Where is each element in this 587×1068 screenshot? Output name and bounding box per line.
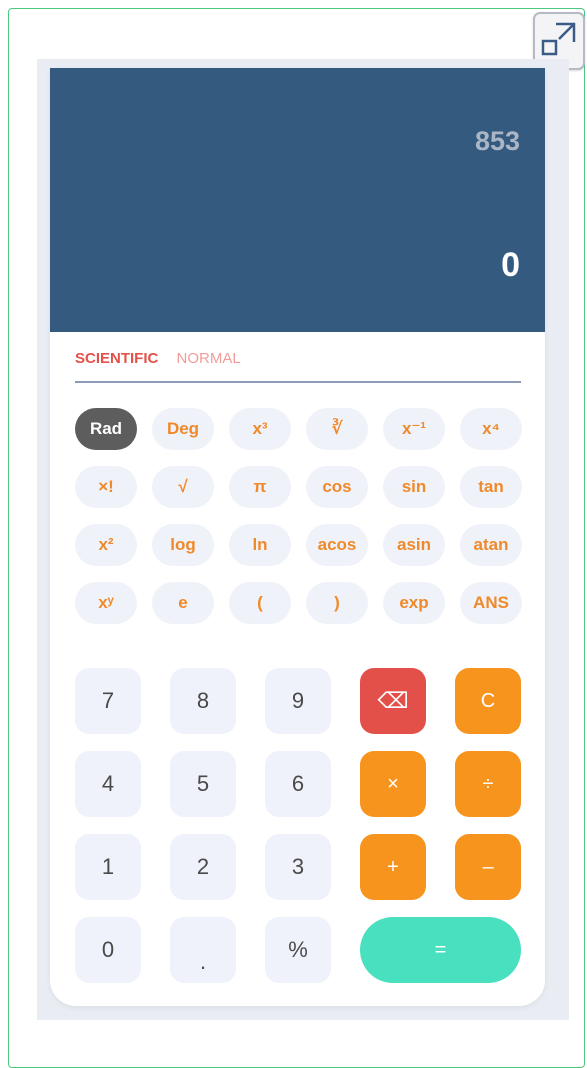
fourth-power-button[interactable]: x⁴ — [460, 408, 522, 450]
multiply-button[interactable]: × — [360, 751, 426, 817]
mode-tabs: SCIENTIFIC NORMAL — [75, 350, 255, 367]
rad-button[interactable]: Rad — [75, 408, 137, 450]
log-button[interactable]: log — [152, 524, 214, 566]
backspace-icon: ⌫ — [377, 688, 409, 713]
reciprocal-button[interactable]: x⁻¹ — [383, 408, 445, 450]
decimal-label: . — [199, 949, 207, 974]
key-3[interactable]: 3 — [265, 834, 331, 900]
ans-button[interactable]: ANS — [460, 582, 522, 624]
clear-button[interactable]: C — [455, 668, 521, 734]
minus-button[interactable]: – — [455, 834, 521, 900]
cos-button[interactable]: cos — [306, 466, 368, 508]
factorial-button[interactable]: ×! — [75, 466, 137, 508]
ln-button[interactable]: ln — [229, 524, 291, 566]
e-button[interactable]: e — [152, 582, 214, 624]
open-paren-button[interactable]: ( — [229, 582, 291, 624]
acos-button[interactable]: acos — [306, 524, 368, 566]
divide-button[interactable]: ÷ — [455, 751, 521, 817]
square-button[interactable]: x² — [75, 524, 137, 566]
close-paren-button[interactable]: ) — [306, 582, 368, 624]
key-1[interactable]: 1 — [75, 834, 141, 900]
cube-root-button[interactable]: ∛ — [306, 408, 368, 450]
plus-button[interactable]: + — [360, 834, 426, 900]
result-display: 0 — [501, 246, 520, 284]
power-button[interactable]: xʸ — [75, 582, 137, 624]
scientific-keypad: Rad Deg x³ ∛ x⁻¹ x⁴ ×! √ π cos sin tan x… — [75, 408, 522, 624]
calculator: 853 0 SCIENTIFIC NORMAL Rad Deg x³ ∛ x⁻¹… — [50, 68, 545, 1006]
tab-scientific[interactable]: SCIENTIFIC — [75, 350, 158, 367]
asin-button[interactable]: asin — [383, 524, 445, 566]
decimal-button[interactable]: . — [170, 917, 236, 983]
number-keypad: 7 8 9 ⌫ C 4 5 6 × ÷ 1 2 3 + – 0 . % = — [75, 668, 521, 983]
key-4[interactable]: 4 — [75, 751, 141, 817]
key-2[interactable]: 2 — [170, 834, 236, 900]
deg-button[interactable]: Deg — [152, 408, 214, 450]
mode-divider — [75, 381, 521, 383]
expression-display: 853 — [474, 126, 520, 156]
tab-normal[interactable]: NORMAL — [177, 350, 241, 367]
expand-icon — [540, 20, 578, 63]
display-panel: 853 0 — [50, 68, 545, 332]
sin-button[interactable]: sin — [383, 466, 445, 508]
cube-button[interactable]: x³ — [229, 408, 291, 450]
key-5[interactable]: 5 — [170, 751, 236, 817]
pi-button[interactable]: π — [229, 466, 291, 508]
tan-button[interactable]: tan — [460, 466, 522, 508]
key-6[interactable]: 6 — [265, 751, 331, 817]
equals-button[interactable]: = — [360, 917, 521, 983]
atan-button[interactable]: atan — [460, 524, 522, 566]
key-0[interactable]: 0 — [75, 917, 141, 983]
key-7[interactable]: 7 — [75, 668, 141, 734]
percent-button[interactable]: % — [265, 917, 331, 983]
exp-button[interactable]: exp — [383, 582, 445, 624]
key-9[interactable]: 9 — [265, 668, 331, 734]
key-8[interactable]: 8 — [170, 668, 236, 734]
sqrt-button[interactable]: √ — [152, 466, 214, 508]
backspace-button[interactable]: ⌫ — [360, 668, 426, 734]
